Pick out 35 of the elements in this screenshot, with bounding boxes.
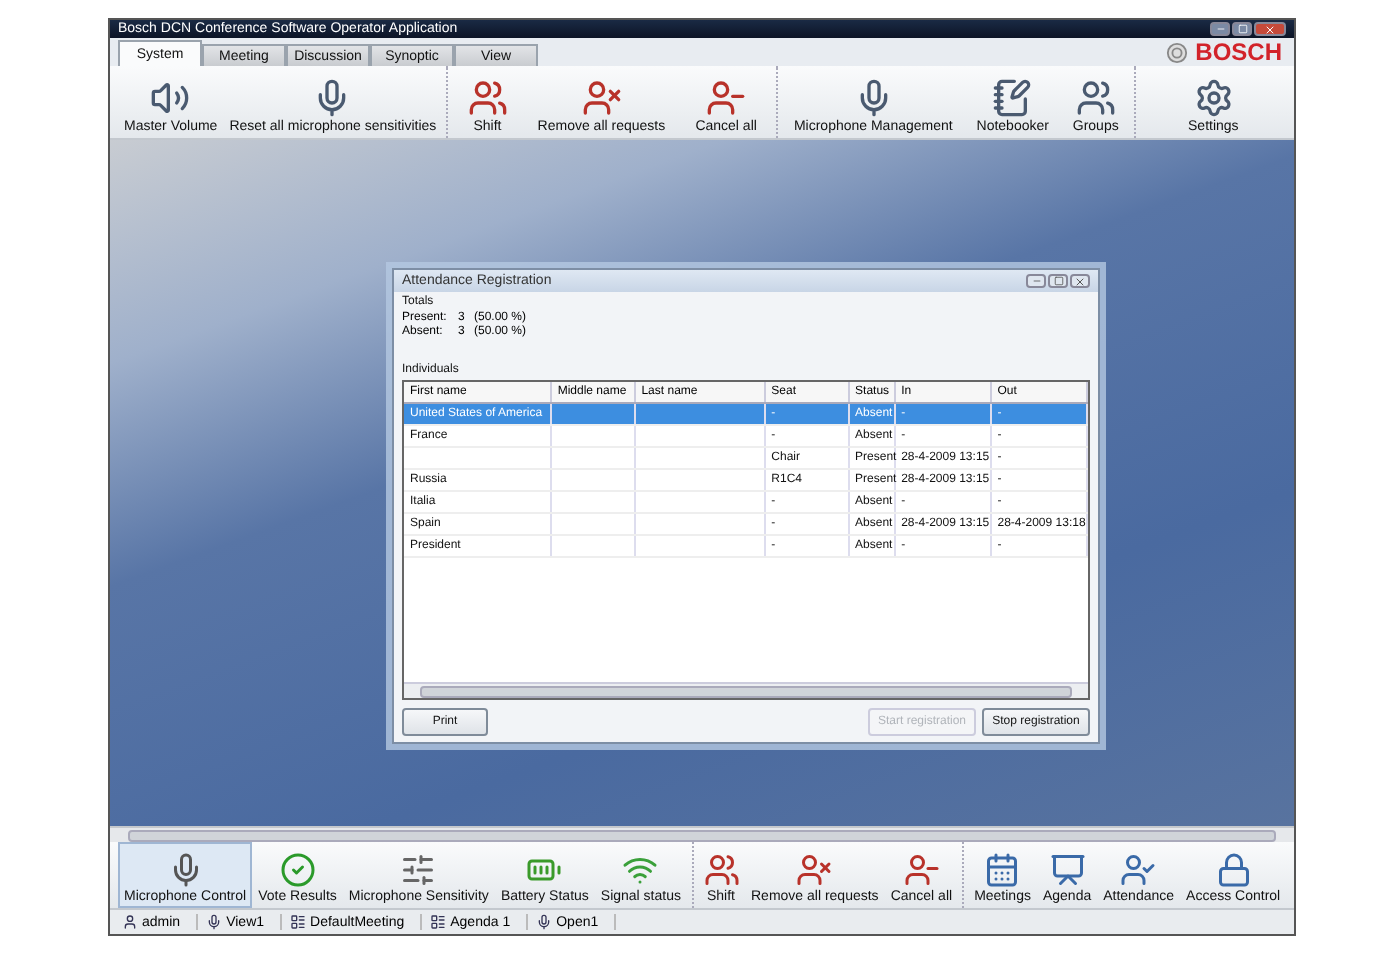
speaker-icon: [150, 78, 191, 118]
sliders-icon: [400, 852, 437, 888]
close-button[interactable]: [1070, 274, 1090, 288]
presentation-board-icon: [1049, 852, 1086, 888]
minimize-icon: [1031, 276, 1041, 286]
signal-icon: [622, 852, 659, 888]
people-icon: [1075, 78, 1116, 118]
microphone-icon: [536, 914, 553, 930]
calendar-icon: [984, 852, 1021, 888]
minimize-button[interactable]: [1210, 22, 1230, 36]
user-icon: [122, 914, 138, 930]
logo-text: BOSCH: [1195, 38, 1282, 66]
user-check-icon: [1120, 852, 1157, 888]
microphone-icon: [206, 914, 223, 930]
maximize-icon: [1237, 24, 1247, 34]
list-icon: [290, 914, 307, 930]
padlock-icon: [1215, 852, 1252, 888]
minimize-button[interactable]: [1026, 274, 1046, 288]
people-icon: [467, 78, 508, 118]
horizontal-scrollbar[interactable]: [110, 826, 1294, 842]
maximize-button[interactable]: [1232, 22, 1252, 36]
close-icon: [1264, 23, 1276, 35]
list-icon: [430, 914, 447, 930]
notebook-pen-icon: [992, 78, 1033, 118]
maximize-icon: [1053, 276, 1063, 286]
table-cell: [634, 535, 765, 557]
people-icon: [703, 852, 739, 888]
table-scrollbar[interactable]: [404, 682, 1088, 698]
logo-ring-icon: [1165, 41, 1188, 63]
close-button[interactable]: [1254, 22, 1286, 36]
close-icon: [1074, 275, 1086, 287]
minimize-icon: [1215, 24, 1225, 34]
table-cell: [550, 535, 635, 557]
settings-icon: [1193, 78, 1234, 118]
checkmark-icon: [279, 852, 316, 888]
